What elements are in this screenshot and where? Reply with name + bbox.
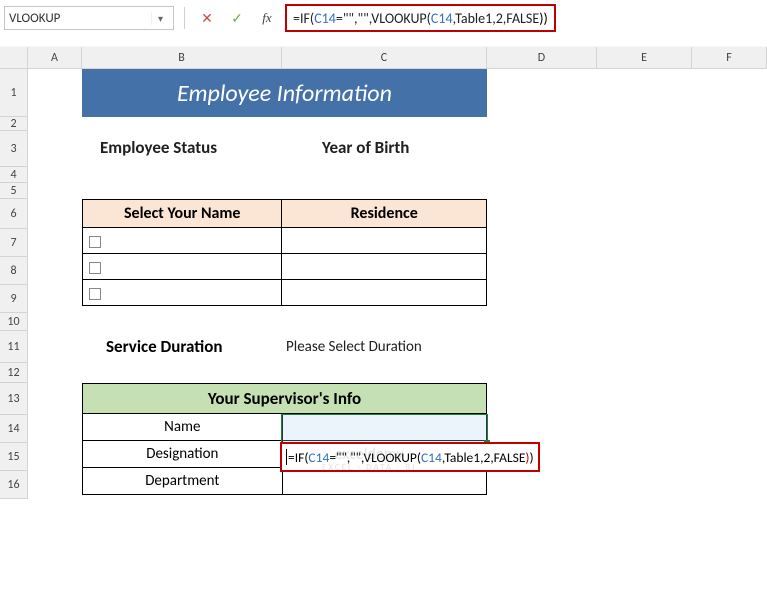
- supervisor-name-row-value[interactable]: [282, 414, 486, 441]
- row-header-15[interactable]: 15: [0, 443, 28, 471]
- formula-text: ,Table1,2,FALSE: [442, 449, 526, 466]
- formula-cellref: C14: [421, 449, 442, 466]
- row-header-col: 12345678910111213141516: [0, 69, 28, 499]
- spreadsheet-grid: ABCDEF 12345678910111213141516 Employee …: [0, 47, 767, 69]
- column-header-C[interactable]: C: [282, 47, 487, 69]
- name-residence-table: Select Your NameResidence: [82, 199, 487, 306]
- supervisor-department-row-label: Department: [83, 468, 283, 495]
- formula-bar-input[interactable]: =IF(C14="","",VLOOKUP(C14,Table1,2,FALSE…: [285, 4, 556, 32]
- row-header-16[interactable]: 16: [0, 471, 28, 499]
- inline-formula-editor[interactable]: =IF(C14="","",VLOOKUP(C14,Table1,2,FALSE…: [280, 442, 540, 472]
- row-header-9[interactable]: 9: [0, 285, 28, 313]
- row-header-2[interactable]: 2: [0, 117, 28, 131]
- formula-text: ,Table1,2,FALSE: [453, 10, 540, 27]
- checkbox-icon[interactable]: [89, 236, 101, 248]
- title-banner: Employee Information: [82, 69, 487, 117]
- select-all-cell[interactable]: [0, 47, 28, 69]
- row-header-7[interactable]: 7: [0, 229, 28, 257]
- row-header-3[interactable]: 3: [0, 131, 28, 167]
- row-header-5[interactable]: 5: [0, 183, 28, 199]
- table1-header-name: Select Your Name: [83, 200, 282, 228]
- formula-text: =IF(: [293, 10, 314, 27]
- supervisor-info-table: Your Supervisor's InfoNameDesignationDep…: [82, 383, 487, 495]
- column-header-row: ABCDEF: [0, 47, 767, 69]
- table1-name-cell[interactable]: [83, 228, 282, 254]
- name-box[interactable]: VLOOKUP ▾: [4, 6, 174, 30]
- formula-cellref: C14: [314, 10, 336, 27]
- select-duration-text[interactable]: Please Select Duration: [286, 338, 422, 356]
- row-header-12[interactable]: 12: [0, 363, 28, 383]
- formula-bar-area: VLOOKUP ▾ ✕ ✓ fx =IF(C14="","",VLOOKUP(C…: [0, 0, 767, 47]
- row-header-6[interactable]: 6: [0, 199, 28, 229]
- column-header-F[interactable]: F: [692, 47, 767, 69]
- checkbox-icon[interactable]: [89, 288, 101, 300]
- table1-residence-cell[interactable]: [282, 254, 487, 280]
- formula-cellref: C14: [308, 449, 329, 466]
- table1-name-cell[interactable]: [83, 254, 282, 280]
- enter-button[interactable]: ✓: [225, 6, 249, 30]
- row-header-10[interactable]: 10: [0, 313, 28, 331]
- column-header-A[interactable]: A: [28, 47, 82, 69]
- table1-header-residence: Residence: [282, 200, 487, 228]
- service-duration-label: Service Duration: [106, 336, 222, 357]
- name-box-value: VLOOKUP: [9, 11, 151, 26]
- cancel-button[interactable]: ✕: [195, 6, 219, 30]
- year-of-birth-label: Year of Birth: [322, 137, 409, 158]
- insert-function-button[interactable]: fx: [255, 6, 279, 30]
- supervisor-header: Your Supervisor's Info: [83, 384, 487, 414]
- formula-text: ="","",VLOOKUP(: [329, 449, 421, 466]
- employee-status-label: Employee Status: [100, 137, 217, 158]
- formula-text: ="","",VLOOKUP(: [336, 10, 431, 27]
- row-header-8[interactable]: 8: [0, 257, 28, 285]
- supervisor-designation-row-label: Designation: [83, 441, 283, 468]
- table1-residence-cell[interactable]: [282, 280, 487, 306]
- checkbox-icon[interactable]: [89, 262, 101, 274]
- column-header-E[interactable]: E: [597, 47, 692, 69]
- row-header-11[interactable]: 11: [0, 331, 28, 363]
- table1-name-cell[interactable]: [83, 280, 282, 306]
- formula-text: =IF(: [288, 449, 308, 466]
- formula-paren: ): [530, 449, 534, 466]
- formula-paren: ): [543, 10, 547, 27]
- table1-residence-cell[interactable]: [282, 228, 487, 254]
- row-header-1[interactable]: 1: [0, 69, 28, 117]
- row-header-14[interactable]: 14: [0, 415, 28, 443]
- formula-cellref: C14: [431, 10, 453, 27]
- row-header-4[interactable]: 4: [0, 167, 28, 183]
- separator: [184, 7, 185, 29]
- row-header-13[interactable]: 13: [0, 383, 28, 415]
- column-header-B[interactable]: B: [82, 47, 282, 69]
- name-box-dropdown[interactable]: ▾: [151, 12, 169, 25]
- supervisor-name-row-label: Name: [83, 414, 283, 441]
- column-header-D[interactable]: D: [487, 47, 597, 69]
